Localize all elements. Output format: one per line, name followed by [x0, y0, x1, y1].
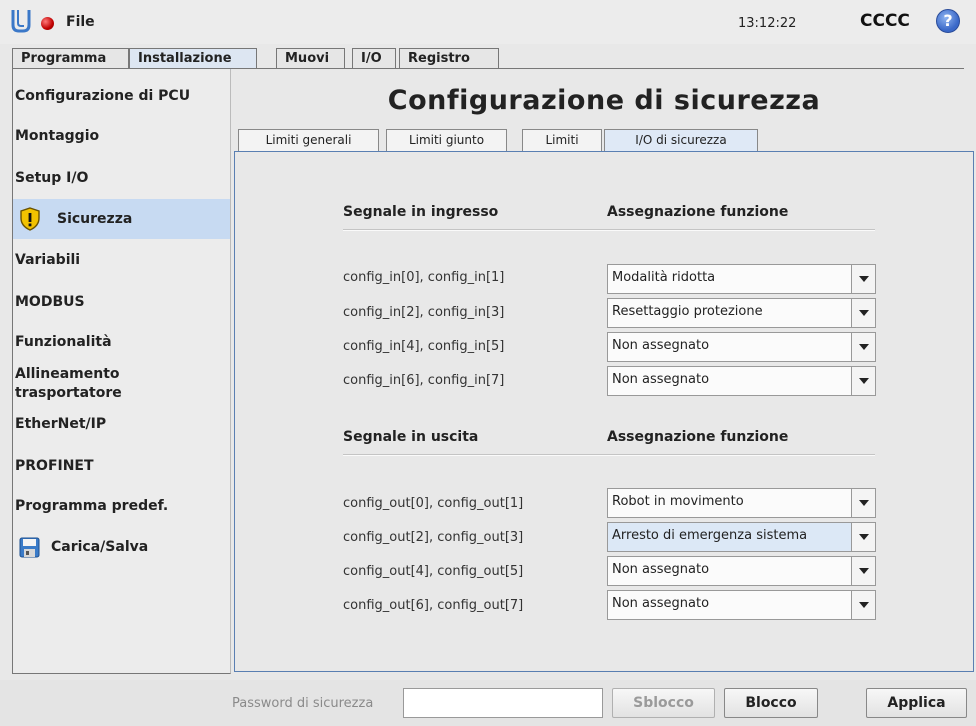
input-function-dropdown[interactable]: Resettaggio protezione: [607, 298, 876, 328]
chevron-down-icon: [859, 500, 869, 506]
output-function-header: Assegnazione funzione: [607, 429, 789, 445]
sidebar-item-label: Funzionalità: [15, 334, 112, 350]
dropdown-value: Non assegnato: [612, 372, 710, 387]
password-label: Password di sicurezza: [232, 696, 374, 711]
sidebar-item-setup-io[interactable]: Setup I/O: [13, 161, 230, 197]
input-function-dropdown[interactable]: Modalità ridotta: [607, 264, 876, 294]
dropdown-button[interactable]: [851, 265, 875, 293]
output-function-dropdown[interactable]: Non assegnato: [607, 590, 876, 620]
universal-robots-logo: [11, 10, 31, 33]
dropdown-button[interactable]: [851, 333, 875, 361]
sidebar-item-label: Allineamento trasportatore: [15, 366, 122, 401]
clock: 13:12:22: [738, 16, 797, 31]
tab-io-di-sicurezza[interactable]: I/O di sicurezza: [604, 129, 758, 152]
dropdown-value: Robot in movimento: [612, 494, 744, 509]
output-function-dropdown[interactable]: Non assegnato: [607, 556, 876, 586]
output-function-dropdown[interactable]: Arresto di emergenza sistema: [607, 522, 876, 552]
dropdown-button[interactable]: [851, 299, 875, 327]
sidebar-item-montaggio[interactable]: Montaggio: [13, 119, 230, 155]
sidebar-item-label: Configurazione di PCU: [15, 88, 191, 104]
input-signal-label: config_in[6], config_in[7]: [343, 373, 505, 388]
unlock-button[interactable]: Sblocco: [612, 688, 715, 718]
output-signal-label: config_out[6], config_out[7]: [343, 598, 524, 613]
input-signal-label: config_in[4], config_in[5]: [343, 339, 505, 354]
sidebar-item-pcu[interactable]: Configurazione di PCU: [13, 79, 230, 115]
sidebar-item-profinet[interactable]: PROFINET: [13, 449, 230, 485]
tab-io[interactable]: I/O: [352, 48, 396, 69]
tab-limiti[interactable]: Limiti: [522, 129, 602, 151]
input-signal-label: config_in[2], config_in[3]: [343, 305, 505, 320]
chevron-down-icon: [859, 344, 869, 350]
help-icon[interactable]: ?: [936, 9, 960, 33]
sidebar-item-ethernet-ip[interactable]: EtherNet/IP: [13, 407, 230, 443]
dropdown-value: Arresto di emergenza sistema: [612, 528, 808, 543]
sidebar-item-modbus[interactable]: MODBUS: [13, 285, 230, 321]
apply-button[interactable]: Applica: [866, 688, 967, 718]
divider: [343, 454, 875, 456]
chevron-down-icon: [859, 534, 869, 540]
input-signal-header: Segnale in ingresso: [343, 204, 499, 220]
sidebar-item-variabili[interactable]: Variabili: [13, 243, 230, 279]
chevron-down-icon: [859, 276, 869, 282]
chevron-down-icon: [859, 378, 869, 384]
lock-button[interactable]: Blocco: [724, 688, 818, 718]
sidebar-item-label: Carica/Salva: [51, 539, 149, 555]
chevron-down-icon: [859, 602, 869, 608]
top-bar: File 13:12:22 CCCC ?: [0, 0, 976, 44]
input-function-dropdown[interactable]: Non assegnato: [607, 332, 876, 362]
file-menu[interactable]: File: [66, 14, 95, 30]
content-area: Configurazione di sicurezza Limiti gener…: [232, 69, 976, 674]
sidebar-item-label: Variabili: [15, 252, 81, 268]
output-signal-header: Segnale in uscita: [343, 429, 479, 445]
tab-muovi[interactable]: Muovi: [276, 48, 345, 69]
dropdown-button[interactable]: [851, 489, 875, 517]
tab-limiti-generali[interactable]: Limiti generali: [238, 129, 379, 151]
password-input[interactable]: [403, 688, 603, 718]
tab-programma[interactable]: Programma: [12, 48, 129, 69]
chevron-down-icon: [859, 568, 869, 574]
dropdown-value: Non assegnato: [612, 338, 710, 353]
sidebar-item-label: Sicurezza: [57, 211, 133, 227]
sidebar-item-carica-salva[interactable]: Carica/Salva: [13, 529, 230, 567]
sidebar-item-label: MODBUS: [15, 294, 85, 310]
dropdown-button[interactable]: [851, 523, 875, 551]
input-signal-label: config_in[0], config_in[1]: [343, 270, 505, 285]
sidebar-item-label: EtherNet/IP: [15, 416, 107, 432]
floppy-disk-icon: [19, 537, 40, 558]
sidebar-item-label: Setup I/O: [15, 170, 89, 186]
sidebar-item-programma-predef[interactable]: Programma predef.: [13, 489, 230, 525]
dropdown-value: Non assegnato: [612, 562, 710, 577]
dropdown-button[interactable]: [851, 557, 875, 585]
chevron-down-icon: [859, 310, 869, 316]
input-function-header: Assegnazione funzione: [607, 204, 789, 220]
sidebar-item-label: Programma predef.: [15, 498, 169, 514]
bottom-bar: Password di sicurezza Sblocco Blocco App…: [0, 680, 976, 726]
robot-name: CCCC: [860, 11, 910, 31]
output-function-dropdown[interactable]: Robot in movimento: [607, 488, 876, 518]
dropdown-value: Non assegnato: [612, 596, 710, 611]
sidebar-item-label: PROFINET: [15, 458, 94, 474]
sidebar-item-label: Montaggio: [15, 128, 100, 144]
sidebar-item-funzionalita[interactable]: Funzionalità: [13, 325, 230, 361]
safety-io-panel: Segnale in ingresso Assegnazione funzion…: [234, 151, 974, 672]
sidebar-item-allineamento-trasportatore[interactable]: Allineamento trasportatore: [13, 363, 230, 405]
dropdown-button[interactable]: [851, 367, 875, 395]
tab-limiti-giunto[interactable]: Limiti giunto: [386, 129, 507, 151]
output-signal-label: config_out[0], config_out[1]: [343, 496, 524, 511]
tab-registro[interactable]: Registro: [399, 48, 499, 69]
page-title: Configurazione di sicurezza: [387, 85, 821, 116]
sidebar-item-sicurezza[interactable]: Sicurezza: [13, 199, 230, 239]
divider: [343, 229, 875, 231]
robot-status-icon[interactable]: [41, 17, 54, 30]
output-signal-label: config_out[4], config_out[5]: [343, 564, 524, 579]
dropdown-value: Modalità ridotta: [612, 270, 716, 285]
shield-warning-icon: [20, 207, 40, 231]
input-function-dropdown[interactable]: Non assegnato: [607, 366, 876, 396]
tab-installazione[interactable]: Installazione: [129, 48, 257, 70]
sidebar: Configurazione di PCU Montaggio Setup I/…: [12, 69, 231, 674]
dropdown-button[interactable]: [851, 591, 875, 619]
output-signal-label: config_out[2], config_out[3]: [343, 530, 524, 545]
dropdown-value: Resettaggio protezione: [612, 304, 763, 319]
